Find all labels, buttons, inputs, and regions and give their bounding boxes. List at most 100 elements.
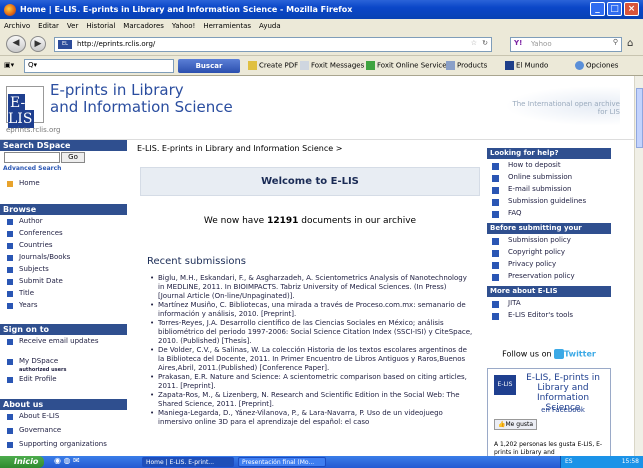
menu-historial[interactable]: Historial bbox=[86, 22, 115, 30]
bullet-icon bbox=[492, 199, 499, 206]
bullet-icon bbox=[492, 313, 499, 320]
browse-years[interactable]: Years bbox=[0, 301, 127, 313]
bullet-icon bbox=[7, 377, 13, 383]
minimize-button[interactable]: _ bbox=[590, 2, 605, 16]
taskbar-firefox[interactable]: Home | E-LIS. E-print... bbox=[142, 457, 234, 467]
home-folder-icon bbox=[7, 181, 13, 187]
start-button[interactable]: Inicio bbox=[0, 456, 44, 468]
menu-archivo[interactable]: Archivo bbox=[4, 22, 30, 30]
list-item[interactable]: Prakasan, E.R. Nature and Science: A sci… bbox=[148, 373, 473, 391]
browse-title[interactable]: Title bbox=[0, 289, 127, 301]
submission-guidelines-link[interactable]: Submission guidelines bbox=[487, 197, 611, 209]
about-us-title: About us bbox=[0, 399, 127, 410]
buscar-button[interactable]: Buscar bbox=[178, 59, 240, 73]
search-icon[interactable]: ⚲ bbox=[613, 38, 618, 46]
el-mundo-button[interactable]: El Mundo bbox=[505, 61, 548, 70]
facebook-widget: E-LIS E-LIS, E-prints in Library and Inf… bbox=[487, 368, 611, 456]
bullet-icon bbox=[7, 279, 13, 285]
submission-policy-link[interactable]: Submission policy bbox=[487, 236, 611, 248]
supporting-orgs-link[interactable]: Supporting organizations bbox=[0, 440, 127, 452]
foxit-online-button[interactable]: Foxit Online Services bbox=[366, 61, 450, 70]
pdf-icon bbox=[248, 61, 257, 70]
my-dspace-link[interactable]: My DSpace authorized users bbox=[0, 357, 127, 375]
page-scrollbar[interactable] bbox=[634, 76, 643, 456]
quick-launch-icons[interactable]: ◉ ◍ ✉ bbox=[54, 456, 80, 465]
list-item[interactable]: Martínez Musiño, C. Bibliotecas, una mir… bbox=[148, 301, 473, 319]
create-pdf-button[interactable]: Create PDF bbox=[248, 61, 298, 70]
document-count: We now have 12191 documents in our archi… bbox=[203, 216, 417, 226]
browse-conferences[interactable]: Conferences bbox=[0, 229, 127, 241]
browse-countries[interactable]: Countries bbox=[0, 241, 127, 253]
el-mundo-icon bbox=[505, 61, 514, 70]
privacy-policy-link[interactable]: Privacy policy bbox=[487, 260, 611, 272]
right-sidebar: Looking for help? How to deposit Online … bbox=[487, 148, 611, 323]
forward-button[interactable]: ▶ bbox=[30, 36, 46, 52]
browse-submit-date[interactable]: Submit Date bbox=[0, 277, 127, 289]
preservation-policy-link[interactable]: Preservation policy bbox=[487, 272, 611, 284]
menu-editar[interactable]: Editar bbox=[38, 22, 59, 30]
foxit-icon bbox=[366, 61, 375, 70]
menu-marcadores[interactable]: Marcadores bbox=[123, 22, 164, 30]
edit-profile-link[interactable]: Edit Profile bbox=[0, 375, 127, 387]
toolbar-search-input[interactable]: Q▾ bbox=[24, 59, 174, 73]
list-item[interactable]: De Volder, C.V., & Salinas, W. La colecc… bbox=[148, 346, 473, 373]
online-submission-link[interactable]: Online submission bbox=[487, 173, 611, 185]
windows-taskbar: Inicio ◉ ◍ ✉ Home | E-LIS. E-print... Pr… bbox=[0, 456, 643, 468]
address-bar[interactable]: EL http://eprints.rclis.org/ ☆ ↻ bbox=[54, 37, 492, 52]
list-item[interactable]: Maniega-Legarda, D., Yánez-Vilanova, P.,… bbox=[148, 409, 473, 427]
governance-link[interactable]: Governance bbox=[0, 426, 127, 438]
how-to-deposit-link[interactable]: How to deposit bbox=[487, 161, 611, 173]
fb-like-count: A 1,202 personas les gusta E-LIS, E-prin… bbox=[494, 441, 603, 456]
bookmark-star-icon[interactable]: ☆ bbox=[471, 39, 477, 47]
dspace-search-input[interactable] bbox=[4, 152, 60, 163]
browse-author[interactable]: Author bbox=[0, 217, 127, 229]
email-submission-link[interactable]: E-mail submission bbox=[487, 185, 611, 197]
go-button[interactable]: Go bbox=[61, 152, 85, 163]
clock: 15:58 bbox=[621, 458, 639, 465]
back-button[interactable]: ◀ bbox=[6, 35, 26, 53]
language-indicator[interactable]: ES bbox=[565, 456, 573, 468]
list-item[interactable]: Torres-Reyes, J.A. Desarrollo científico… bbox=[148, 319, 473, 346]
copyright-policy-link[interactable]: Copyright policy bbox=[487, 248, 611, 260]
about-elis-link[interactable]: About E-LIS bbox=[0, 412, 127, 424]
bullet-icon bbox=[492, 274, 499, 281]
foxit-messages-button[interactable]: Foxit Messages bbox=[300, 61, 364, 70]
breadcrumb[interactable]: E-LIS. E-prints in Library and Informati… bbox=[137, 144, 342, 153]
close-button[interactable]: × bbox=[624, 2, 639, 16]
help-title: Looking for help? bbox=[487, 148, 611, 159]
maximize-button[interactable]: □ bbox=[607, 2, 622, 16]
browse-journals[interactable]: Journals/Books bbox=[0, 253, 127, 265]
fb-like-button[interactable]: 👍Me gusta bbox=[494, 419, 538, 430]
faq-link[interactable]: FAQ bbox=[487, 209, 611, 221]
reload-icon[interactable]: ↻ bbox=[482, 39, 488, 47]
list-item[interactable]: Biglu, M.H., Eskandari, F., & Asgharzade… bbox=[148, 274, 473, 301]
list-item[interactable]: Zapata-Ros, M., & Lizenberg, N. Research… bbox=[148, 391, 473, 409]
jita-link[interactable]: JITA bbox=[487, 299, 611, 311]
bullet-icon bbox=[492, 211, 499, 218]
scrollbar-thumb[interactable] bbox=[636, 88, 643, 148]
menu-yahoo[interactable]: Yahoo! bbox=[172, 22, 195, 30]
search-box[interactable]: Y! Yahoo ⚲ bbox=[510, 37, 622, 52]
bullet-icon bbox=[7, 231, 13, 237]
menu-ver[interactable]: Ver bbox=[67, 22, 78, 30]
browse-subjects[interactable]: Subjects bbox=[0, 265, 127, 277]
taskbar-presentation[interactable]: Presentación final (Mo... bbox=[238, 457, 326, 467]
editor-tools-link[interactable]: E-LIS Editor's tools bbox=[487, 311, 611, 323]
menu-herramientas[interactable]: Herramientas bbox=[203, 22, 251, 30]
home-icon[interactable]: ⌂ bbox=[627, 38, 633, 49]
bullet-icon bbox=[7, 428, 13, 434]
receive-email-updates[interactable]: Receive email updates bbox=[0, 337, 127, 357]
toolbar-menu-icon[interactable]: ▣▾ bbox=[4, 61, 14, 69]
home-link[interactable]: Home bbox=[0, 179, 127, 194]
page-viewport: E-LIS E-prints in Library and Informatio… bbox=[0, 76, 634, 456]
twitter-follow[interactable]: Follow us on Twitter bbox=[487, 349, 611, 359]
options-icon bbox=[575, 61, 584, 70]
address-text: http://eprints.rclis.org/ bbox=[77, 40, 156, 48]
products-button[interactable]: Products bbox=[446, 61, 487, 70]
menu-ayuda[interactable]: Ayuda bbox=[259, 22, 281, 30]
title-bar: Home | E-LIS. E-prints in Library and In… bbox=[0, 0, 643, 19]
opciones-button[interactable]: Opciones bbox=[575, 61, 618, 70]
elis-logo[interactable]: E-LIS bbox=[6, 86, 44, 128]
bullet-icon bbox=[7, 267, 13, 273]
advanced-search-link[interactable]: Advanced Search bbox=[0, 165, 127, 176]
